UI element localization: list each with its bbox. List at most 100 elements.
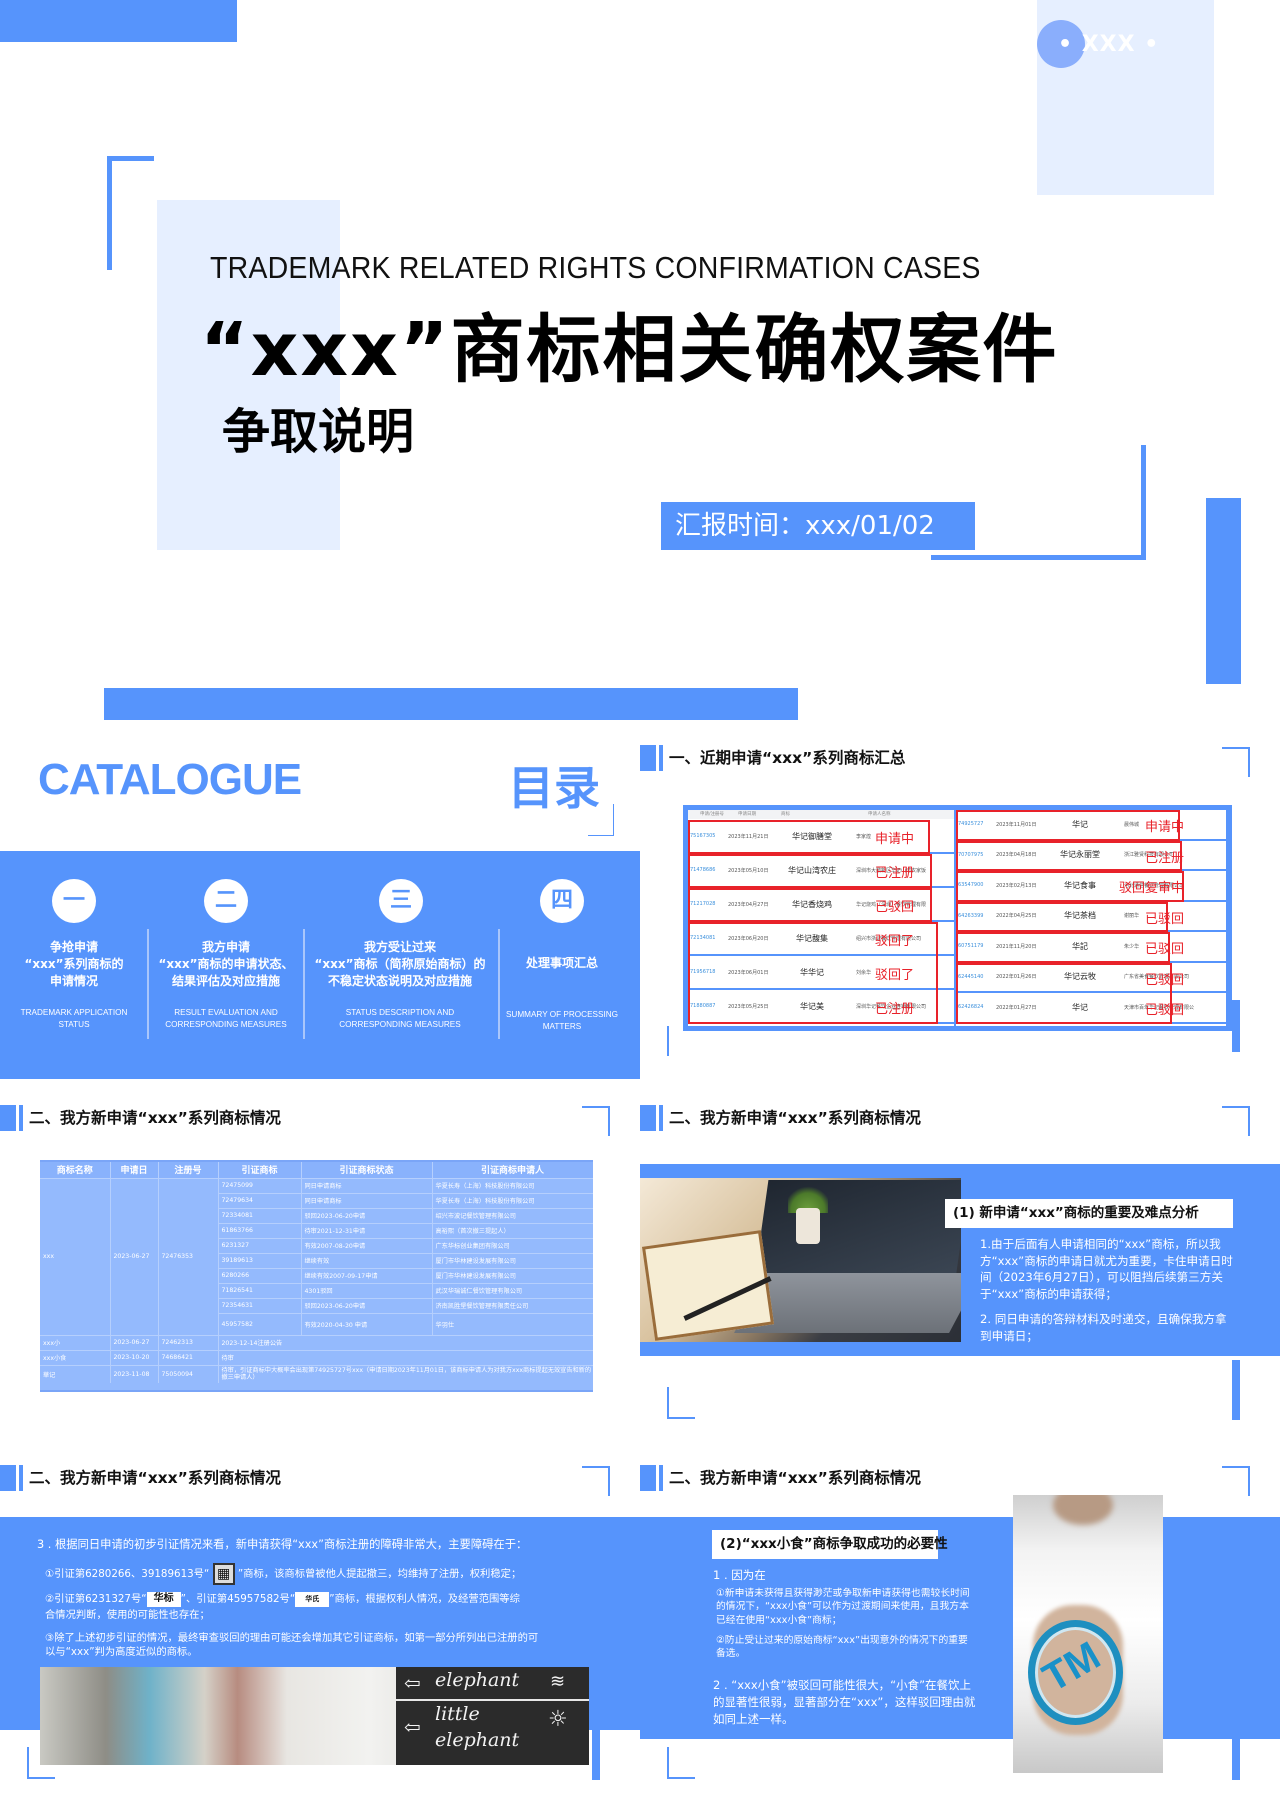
- deco-corner: [582, 1106, 610, 1136]
- cell-cited-no: 72354631: [218, 1297, 302, 1313]
- catalogue-item-3[interactable]: 三 我方受让过来 “xxx”商标（简称原始商标）的 不稳定状态说明及对应措施 STA…: [305, 851, 495, 1079]
- status-highlight-box: [688, 922, 938, 1024]
- cell-cited-applicant: 厦门市华林建设发展有限公司: [432, 1267, 593, 1283]
- obstacle-item-1: ①引证第6280266、39189613号“ ▦ ”商标，该商标曾被他人提起撤三…: [45, 1563, 521, 1585]
- deco-corner: [1222, 1466, 1250, 1496]
- desk-laptop-photo: [640, 1178, 961, 1342]
- table-row: xxx 2023-06-27 72476353 72475099 同日申请商标 华夏长寿（…: [40, 1177, 593, 1335]
- column-header: 申请日: [110, 1162, 159, 1178]
- obstacle-item-3: ③除了上述初步引证的情况，最终审查驳回的理由可能还会增加其它引证商标，如第一部分…: [45, 1631, 538, 1659]
- item-label-en: STATUS: [58, 1020, 90, 1029]
- cell-name: 華记: [40, 1364, 111, 1383]
- text: 合情况判断，使用的可能性也存在；: [45, 1609, 210, 1621]
- cell-cited-status: 有效2007-08-20申请: [301, 1237, 433, 1253]
- cell-cited-applicant: 绍兴市波记餐饮管理有限公司: [432, 1207, 593, 1223]
- status-highlight-box: [688, 888, 932, 922]
- cell-cited-no: 6280266: [218, 1267, 302, 1283]
- cell-cited-status: 继续有效2007-09-17申请: [301, 1267, 433, 1283]
- cell-date: 2023-10-20: [110, 1349, 159, 1365]
- heading-bar: [640, 1465, 656, 1491]
- subtitle: 争取说明: [222, 404, 415, 460]
- deco-corner: [27, 1747, 55, 1779]
- divider: [147, 929, 149, 1039]
- cell-cited-applicant: 济南凯胜堡餐饮管理有限责任公司: [432, 1297, 593, 1313]
- trademark-image-icon: ▦: [212, 1563, 235, 1585]
- text: ”商标，根据权利人情况，及经营范围等综: [329, 1593, 520, 1605]
- text: 以与“xxx”判为高度近似的商标。: [45, 1646, 198, 1658]
- item-label: 申请情况: [49, 974, 98, 988]
- status-highlight-box: [956, 840, 1182, 871]
- deco-bar: [592, 1720, 600, 1780]
- text: ②引证第6231327号“: [45, 1593, 147, 1605]
- cell-cited-no: 6231327: [218, 1237, 302, 1253]
- chalk-text: elephant: [435, 1669, 520, 1691]
- badge-text: • XXX •: [1058, 32, 1160, 57]
- cell-cited-no: 72334081: [218, 1207, 302, 1223]
- heading-bar: [19, 1465, 23, 1491]
- cell-cited-status: 继续有效: [301, 1252, 433, 1268]
- column-header: 申请日期: [738, 812, 756, 817]
- heading-bar: [0, 1105, 16, 1131]
- cell-regno: 75050094: [158, 1364, 219, 1383]
- column-header: 商标名称: [40, 1162, 111, 1178]
- necessity-p1: 1 . 因为在: [713, 1568, 766, 1582]
- cell-cited-status: 同日申请商标: [301, 1177, 433, 1193]
- deco-bar-bottom: [104, 688, 798, 720]
- catalogue-item-2[interactable]: 二 我方申请 “xxx”商标的申请状态、 结果评估及对应措施 RESULT EVAL…: [150, 851, 302, 1079]
- column-header: 引证商标: [218, 1162, 302, 1178]
- cell-cited-no: 45957582: [218, 1312, 302, 1335]
- item-label: 我方申请: [201, 940, 250, 954]
- analysis-paragraph-2: 2. 同日申请的答辩材料及时递交，且确保我方拿到申请日；: [980, 1312, 1227, 1343]
- obstacle-item-2: ②引证第6231327号“ 华标 ”、引证第45957582号“ 华氏 ”商标，根据权利…: [45, 1591, 520, 1623]
- catalogue-title-en: CATALOGUE: [38, 755, 302, 804]
- cell-regno: 72476353: [158, 1177, 219, 1335]
- arrow-left-icon: ⇦: [404, 1715, 421, 1739]
- waves-icon: ≋: [550, 1671, 566, 1692]
- cell-regno: 74686421: [158, 1349, 219, 1365]
- cell-name: xxx: [40, 1177, 111, 1335]
- summary-left-table: 申请/注册号 申请日期 商标 申请人名称 75167305 2023年11月21日 华记御膳…: [688, 810, 954, 1026]
- table-row: xxx小 2023-06-27 72462313 2023-12-14注册公告: [40, 1334, 593, 1350]
- cell-cited-applicant: 广东华标创业集团有限公司: [432, 1237, 593, 1253]
- column-header: 引证商标申请人: [432, 1162, 593, 1178]
- catalogue-band: 一 争抢申请 “xxx”系列商标的 申请情况 TRADEMARK APPLICATI…: [0, 851, 640, 1079]
- arrow-left-icon: ⇦: [404, 1671, 421, 1695]
- necessity-title: (2)“xxx小食”商标争取成功的必要性: [712, 1530, 948, 1559]
- status-highlight-box: [956, 871, 1184, 902]
- cell-cited-status: 4301驳回: [301, 1282, 433, 1298]
- column-header: 申请/注册号: [700, 812, 725, 817]
- cell-cited-applicant: 华夏长寿（上海）科技股份有限公司: [432, 1177, 593, 1193]
- heading-bar: [19, 1105, 23, 1131]
- cited-table: 商标名称 申请日 注册号 引证商标 引证商标状态 引证商标申请人 xxx 2023…: [40, 1162, 593, 1383]
- necessity-p2: 2 . “xxx小食”被驳回可能性很大，“小食”在餐饮上的显著性很弱，显著部分在…: [713, 1678, 976, 1726]
- item-label: “xxx”商标（简称原始商标）的: [314, 957, 486, 971]
- trademark-huabiao-icon: 华标: [146, 1591, 181, 1607]
- cell-name: xxx小食: [40, 1349, 111, 1365]
- analysis-title: (1) 新申请“xxx”商标的重要及难点分析: [945, 1199, 1233, 1228]
- deco-bar: [1232, 1360, 1240, 1420]
- deco-corner: [667, 1747, 695, 1779]
- status-highlight-box: [688, 820, 930, 854]
- elephant-sign-photo: elephant little elephant ⇦ ⇦ ≋ ☼: [40, 1667, 589, 1765]
- deco-corner-left: [107, 156, 154, 270]
- heading-bar: [0, 1465, 16, 1491]
- item-label-en: RESULT EVALUATION AND: [174, 1008, 278, 1017]
- heading-text: 二、我方新申请“xxx”系列商标情况: [29, 1109, 281, 1127]
- text: ”商标，该商标曾被他人提起撤三，均维持了注册，权利稳定；: [237, 1568, 522, 1580]
- cell-cited-no: 72479634: [218, 1192, 302, 1208]
- deco-corner: [667, 1387, 695, 1419]
- catalogue-item-1[interactable]: 一 争抢申请 “xxx”系列商标的 申请情况 TRADEMARK APPLICATI…: [0, 851, 148, 1079]
- cell-note: 待审: [218, 1349, 593, 1365]
- title-english: TRADEMARK RELATED RIGHTS CONFIRMATION CA…: [210, 250, 981, 285]
- chalk-line: [396, 1699, 589, 1701]
- text: ”、引证第45957582号“: [180, 1593, 296, 1605]
- deco-corner: [1222, 747, 1250, 777]
- cell-cited-status: 驳回2023-06-20申请: [301, 1297, 433, 1313]
- cell-cited-status: 同日申请商标: [301, 1192, 433, 1208]
- deco-bar: [1232, 1000, 1240, 1052]
- number-circle: 三: [379, 879, 423, 923]
- item-label-en: TRADEMARK APPLICATION: [20, 1008, 128, 1017]
- catalogue-item-4[interactable]: 四 处理事项汇总 SUMMARY OF PROCESSING MATTERS: [500, 851, 624, 1079]
- deco-corner: [588, 804, 614, 836]
- deco-corner: [582, 1466, 610, 1496]
